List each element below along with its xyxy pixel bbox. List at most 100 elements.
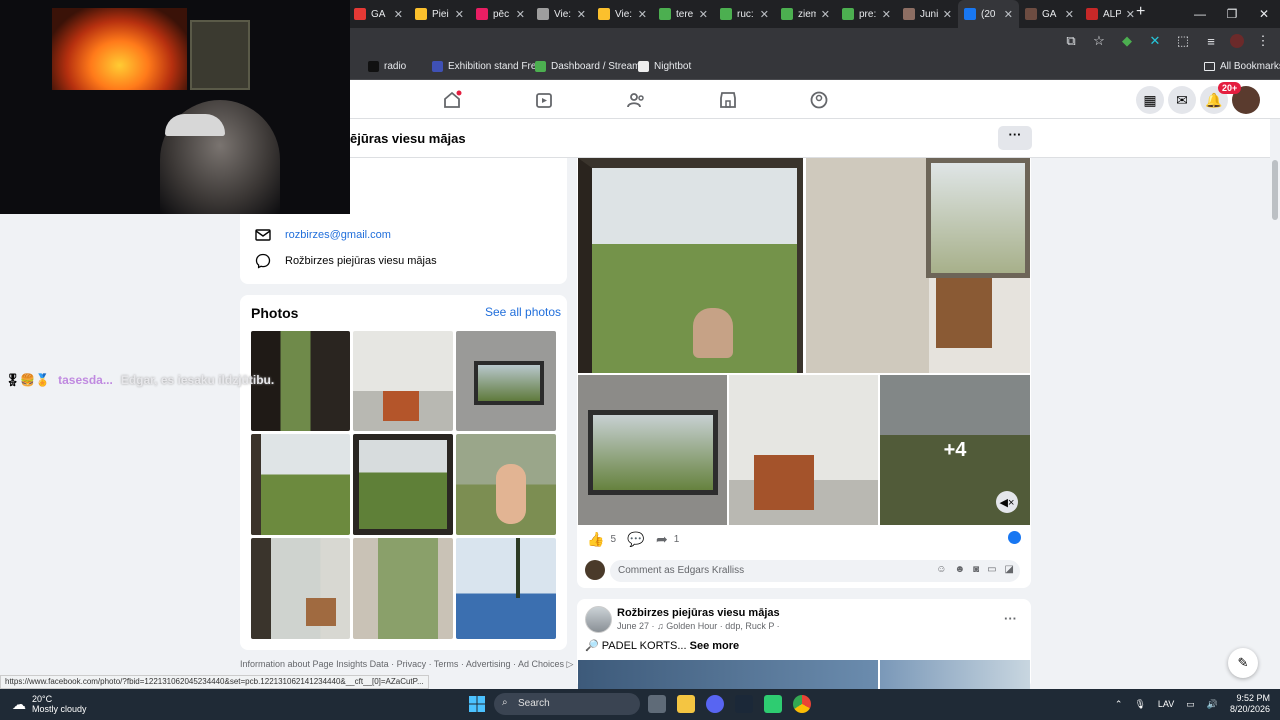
taskbar-search[interactable]: ⌕ Search [494,693,640,715]
microphone-icon[interactable]: 🎙 [1134,699,1145,710]
post2-photo-2[interactable] [880,660,1030,689]
post-photo-3[interactable] [578,375,727,525]
photo-thumb[interactable] [456,331,556,431]
gaming-icon[interactable] [809,90,829,110]
post-options-button[interactable]: ··· [1004,611,1017,626]
browser-tab[interactable]: tere ✕ [653,0,714,28]
comment-input[interactable]: Comment as Edgars Kralliss ☺ ☻ ◙ ▭ ◪ [610,560,1020,582]
tab-close-icon[interactable]: ✕ [1126,8,1135,21]
clock[interactable]: 9:52 PM 8/20/2026 [1230,693,1270,715]
gif-icon[interactable]: ▭ [987,564,996,575]
photo-thumb[interactable] [251,538,350,639]
post2-photo-1[interactable] [578,660,878,689]
browser-tab[interactable]: pēc ✕ [470,0,531,28]
tab-search-icon[interactable]: ≡ [1202,32,1220,50]
like-action[interactable]: 👍 5 [587,531,616,548]
new-tab-button[interactable]: + [1136,3,1145,21]
bookmark-item[interactable]: Exhibition stand Fre... [432,61,545,72]
browser-menu-icon[interactable]: ⋮ [1254,32,1272,50]
bookmark-star-icon[interactable]: ☆ [1090,32,1108,50]
input-language[interactable]: LAV [1158,699,1174,709]
tab-close-icon[interactable]: ✕ [1065,8,1074,21]
browser-tab[interactable]: Vie: ✕ [592,0,653,28]
share-action[interactable]: ➦ 1 [656,531,679,548]
chrome-icon[interactable] [793,695,811,713]
messenger-icon[interactable]: ✉ [1168,86,1196,114]
translate-extension-icon[interactable]: ✕ [1146,32,1164,50]
email-row[interactable]: rozbirzes@gmail.com [255,227,391,243]
photo-thumb[interactable] [353,434,453,535]
page-more-button[interactable]: ··· [998,126,1032,150]
windows-start-icon[interactable] [469,696,485,712]
display-icon[interactable]: ▭ [1186,699,1195,710]
minimize-button[interactable]: — [1184,0,1216,28]
discord-icon[interactable] [706,695,724,713]
task-view-icon[interactable] [648,695,666,713]
page-avatar[interactable] [585,606,612,633]
reaction-summary[interactable] [1008,531,1021,544]
scrollbar-thumb[interactable] [1272,160,1278,220]
tab-close-icon[interactable]: ✕ [394,8,403,21]
browser-tab[interactable]: (20 ✕ [958,0,1019,28]
tab-close-icon[interactable]: ✕ [760,8,769,21]
browser-tab[interactable]: ALP ✕ [1080,0,1141,28]
photo-thumb[interactable] [456,434,556,535]
comment-action[interactable]: 💬 [627,531,644,548]
volume-icon[interactable]: 🔊 [1207,699,1218,710]
new-message-button[interactable]: ✎ [1228,648,1258,678]
page-scrollbar[interactable] [1270,158,1280,688]
browser-tab[interactable]: GA ✕ [1019,0,1080,28]
photo-thumb[interactable] [456,538,556,639]
messenger-contact-name[interactable]: Rožbirzes piejūras viesu mājas [285,255,437,267]
mute-icon[interactable]: ◀× [996,491,1018,513]
tab-close-icon[interactable]: ✕ [1004,8,1013,21]
photo-thumb[interactable] [353,331,453,431]
tab-close-icon[interactable]: ✕ [577,8,586,21]
post-photo-2[interactable] [806,158,1030,373]
tab-close-icon[interactable]: ✕ [943,8,952,21]
browser-tab[interactable]: ruc: ✕ [714,0,775,28]
avatar-sticker-icon[interactable]: ☺ [936,564,946,575]
tab-close-icon[interactable]: ✕ [699,8,708,21]
bookmark-item[interactable]: Dashboard / Stream... [535,61,649,72]
camera-icon[interactable]: ◙ [973,564,979,575]
app-icon[interactable] [764,695,782,713]
messenger-row[interactable]: Rožbirzes piejūras viesu mājas [255,253,437,269]
all-bookmarks[interactable]: All Bookmarks [1204,61,1280,72]
browser-tab[interactable]: GA ✕ [348,0,409,28]
bookmark-item[interactable]: radio [368,61,406,72]
photo-thumb[interactable] [251,434,350,535]
post-author[interactable]: Rožbirzes piejūras viesu mājas [617,607,780,619]
photo-thumb[interactable] [353,538,453,639]
browser-tab[interactable]: Piei ✕ [409,0,470,28]
chevron-up-icon[interactable]: ⌃ [1115,699,1123,710]
tab-close-icon[interactable]: ✕ [516,8,525,21]
marketplace-icon[interactable] [718,90,738,110]
browser-tab[interactable]: ziem ✕ [775,0,836,28]
tab-close-icon[interactable]: ✕ [882,8,891,21]
home-icon[interactable] [442,90,462,110]
steam-icon[interactable] [735,695,753,713]
install-app-icon[interactable]: ⧉ [1062,32,1080,50]
post-photo-4[interactable] [729,375,878,525]
email-link[interactable]: rozbirzes@gmail.com [285,229,391,241]
sticker-icon[interactable]: ◪ [1005,564,1014,575]
profile-avatar-icon[interactable] [1230,34,1244,48]
post-photo-1[interactable] [578,158,803,373]
maximize-button[interactable]: ❐ [1216,0,1248,28]
tab-close-icon[interactable]: ✕ [638,8,647,21]
browser-tab[interactable]: pre: ✕ [836,0,897,28]
bookmark-item[interactable]: Nightbot [638,61,691,72]
menu-grid-icon[interactable]: ▦ [1136,86,1164,114]
see-all-photos-link[interactable]: See all photos [485,305,561,319]
browser-tab[interactable]: Vie: ✕ [531,0,592,28]
weather-widget[interactable]: ☁ 20°C Mostly cloudy [12,694,87,714]
browser-tab[interactable]: Juni ✕ [897,0,958,28]
see-more-link[interactable]: See more [690,640,740,652]
extension-icon[interactable]: ◆ [1118,32,1136,50]
file-explorer-icon[interactable] [677,695,695,713]
video-icon[interactable] [534,90,554,110]
close-window-button[interactable]: ✕ [1248,0,1280,28]
emoji-icon[interactable]: ☻ [955,564,966,575]
groups-icon[interactable] [626,90,646,110]
